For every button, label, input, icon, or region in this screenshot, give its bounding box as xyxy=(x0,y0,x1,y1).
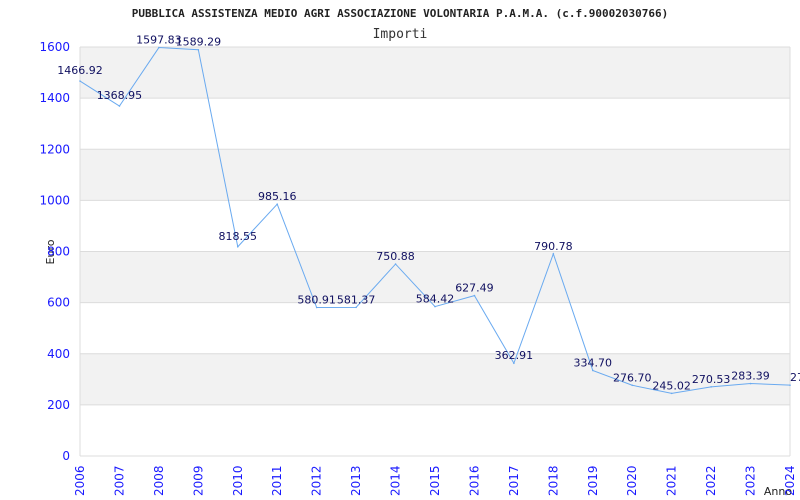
data-point xyxy=(552,253,555,255)
data-label: 584.42 xyxy=(416,293,455,306)
data-point xyxy=(79,80,81,82)
x-tick-label: 2021 xyxy=(665,465,679,496)
x-tick-label: 2023 xyxy=(744,465,758,496)
y-tick-label: 600 xyxy=(47,296,70,310)
data-point xyxy=(513,362,515,365)
x-tick-label: 2010 xyxy=(231,465,245,496)
data-label: 1368.95 xyxy=(97,89,143,102)
data-point xyxy=(118,105,121,107)
x-tick-label: 2020 xyxy=(625,465,639,496)
x-tick-label: 2013 xyxy=(349,465,363,496)
y-tick-label: 1600 xyxy=(39,40,70,54)
chart-title: PUBBLICA ASSISTENZA MEDIO AGRI ASSOCIAZI… xyxy=(132,7,668,20)
chart-container: PUBBLICA ASSISTENZA MEDIO AGRI ASSOCIAZI… xyxy=(0,0,800,500)
x-tick-label: 2009 xyxy=(191,465,205,496)
x-tick-label: 2024 xyxy=(783,465,797,496)
data-point xyxy=(315,306,318,309)
line-chart: PUBBLICA ASSISTENZA MEDIO AGRI ASSOCIAZI… xyxy=(39,7,800,498)
y-tick-label: 1000 xyxy=(39,193,70,207)
y-tick-label: 0 xyxy=(62,449,70,463)
y-tick-label: 1400 xyxy=(39,91,70,105)
data-point xyxy=(631,384,634,387)
data-label: 362.91 xyxy=(495,349,534,362)
data-point xyxy=(591,369,594,372)
x-tick-label: 2014 xyxy=(389,465,403,496)
data-label: 581.37 xyxy=(337,293,376,306)
data-point xyxy=(749,382,752,385)
data-point xyxy=(276,203,279,205)
data-label: 818.55 xyxy=(219,230,258,243)
data-label: 750.88 xyxy=(376,250,415,263)
data-point xyxy=(355,306,357,309)
series-line xyxy=(79,47,791,394)
data-label: 270.53 xyxy=(692,373,731,386)
y-tick-label: 800 xyxy=(47,245,70,259)
x-tick-label: 2018 xyxy=(546,465,560,496)
data-point xyxy=(236,245,239,248)
y-tick-label: 400 xyxy=(47,347,70,361)
data-point xyxy=(710,386,712,388)
data-point xyxy=(789,384,791,386)
y-tick-label: 1200 xyxy=(39,142,70,156)
data-label: 985.16 xyxy=(258,190,297,203)
chart-subtitle: Importi xyxy=(373,27,428,42)
data-label: 580.91 xyxy=(297,294,336,307)
data-point xyxy=(197,48,200,51)
data-label: 245.02 xyxy=(652,379,691,392)
data-point xyxy=(158,46,160,49)
data-label: 1466.92 xyxy=(57,64,103,77)
data-point xyxy=(670,392,673,395)
data-label: 276.70 xyxy=(613,371,652,384)
x-tick-label: 2016 xyxy=(467,465,481,496)
grid-band xyxy=(80,149,790,201)
x-tick-label: 2022 xyxy=(704,465,718,496)
data-point xyxy=(434,305,436,308)
x-tick-label: 2019 xyxy=(586,465,600,496)
data-label: 334.70 xyxy=(574,356,613,369)
data-label: 627.49 xyxy=(455,282,494,295)
x-tick-label: 2017 xyxy=(507,465,521,496)
grid-band xyxy=(80,47,790,99)
data-label: 790.78 xyxy=(534,240,573,253)
x-tick-label: 2008 xyxy=(152,465,166,496)
data-point xyxy=(394,263,397,265)
data-label: 1589.29 xyxy=(176,36,222,49)
x-tick-label: 2006 xyxy=(73,465,87,496)
x-tick-label: 2015 xyxy=(428,465,442,496)
x-tick-label: 2011 xyxy=(270,465,284,496)
y-tick-label: 200 xyxy=(47,398,70,412)
data-label: 277.2 xyxy=(790,371,800,384)
x-tick-label: 2007 xyxy=(112,465,126,496)
x-tick-label: 2012 xyxy=(310,465,324,496)
data-label: 283.39 xyxy=(731,370,770,383)
data-point xyxy=(473,294,476,297)
